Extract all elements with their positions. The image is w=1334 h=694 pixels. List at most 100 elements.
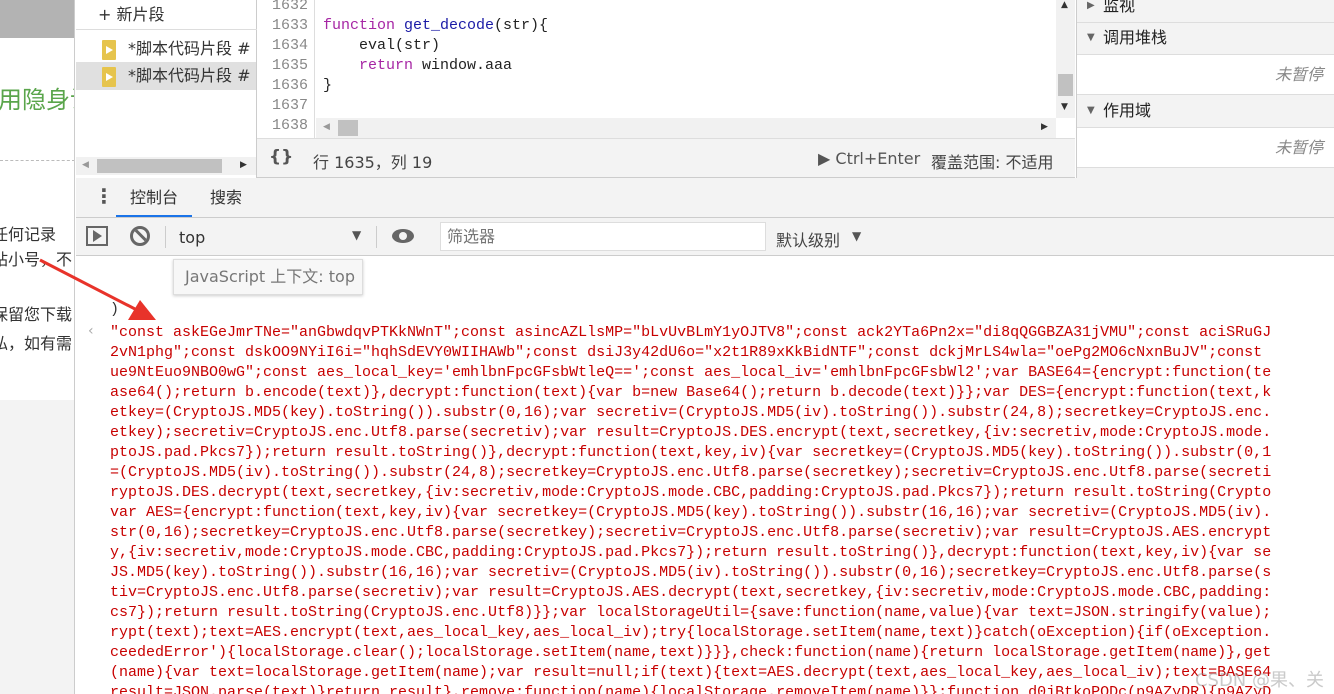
code-line: function get_decode(str){: [323, 17, 549, 34]
snippet-file-icon: [102, 66, 116, 87]
code-editor[interactable]: 1632 1633 1634 1635 1636 1637 1638 function ge…: [257, 0, 1075, 138]
scrollbar-thumb[interactable]: [97, 159, 222, 173]
editor-status-bar: {} 行 1635，列 19 ▶ Ctrl+Enter 覆盖范围: 不适用: [257, 138, 1075, 178]
run-snippet-button[interactable]: ▶ Ctrl+Enter: [818, 149, 920, 168]
console-output-line: var AES={encrypt:function(text,key,iv){v…: [110, 504, 1272, 521]
console-output-line: "const askEGeJmrTNe="anGbwdqvPTKkNWnT";c…: [110, 324, 1272, 341]
editor-vertical-scrollbar[interactable]: ▲ ▼: [1056, 0, 1075, 118]
coverage-status: 覆盖范围: 不适用: [931, 153, 1054, 172]
page-text: 站小号，不: [0, 250, 73, 269]
call-stack-body: 未暂停: [1077, 55, 1334, 95]
scroll-left-icon[interactable]: ◀: [82, 160, 89, 170]
divider: [165, 226, 166, 248]
line-number: 1632: [271, 0, 308, 14]
console-output-line: y,{iv:secretiv,mode:CryptoJS.mode.CBC,pa…: [110, 544, 1272, 561]
line-number: 1636: [271, 77, 308, 94]
collapse-icon: ▼: [1087, 105, 1095, 116]
code-line: eval(str): [323, 37, 441, 54]
scrollbar-thumb[interactable]: [1058, 74, 1073, 96]
scroll-right-icon[interactable]: ▶: [240, 160, 247, 170]
section-title: 作用域: [1103, 101, 1152, 120]
console-output-line: rypt(text);text=AES.encrypt(text,aes_loc…: [110, 624, 1272, 641]
live-expression-eye-icon[interactable]: [392, 229, 414, 243]
tab-search[interactable]: 搜索: [210, 178, 242, 217]
console-output-line: (name){var text=localStorage.getItem(nam…: [110, 664, 1272, 681]
log-level-value: 默认级别: [776, 231, 841, 250]
console-output-line: result=JSON.parse(text)}return result},r…: [110, 684, 1272, 694]
scroll-up-icon[interactable]: ▲: [1061, 0, 1068, 10]
snippet-label: *脚本代码片段 #: [128, 39, 251, 58]
expand-icon: ▶: [1087, 0, 1095, 11]
console-filter-input[interactable]: [440, 222, 766, 251]
line-number: 1634: [271, 37, 308, 54]
snippet-item[interactable]: *脚本代码片段 #: [76, 35, 256, 63]
new-snippet-button[interactable]: + 新片段: [98, 1, 165, 25]
cursor-position: 行 1635，列 19: [313, 153, 433, 172]
page-text: 保留您下载: [0, 305, 73, 324]
dropdown-arrow-icon: ▼: [352, 228, 362, 242]
console-output-line: =(CryptoJS.MD5(iv).toString()).substr(24…: [110, 464, 1272, 481]
more-tabs-icon[interactable]: ⋮: [94, 184, 114, 208]
line-number: 1633: [271, 17, 308, 34]
page-text: 私，如有需: [0, 334, 73, 353]
console-toolbar: top ▼ 默认级别 ▼: [76, 218, 1334, 256]
tab-console[interactable]: 控制台: [116, 178, 193, 217]
result-arrow-icon: ‹: [88, 323, 94, 339]
snippet-file-icon: [102, 39, 116, 60]
snippets-horizontal-scrollbar[interactable]: ◀ ▶: [76, 157, 256, 175]
snippets-panel: + 新片段 *脚本代码片段 # *脚本代码片段 # ◀ ▶: [76, 0, 257, 178]
section-scope[interactable]: ▼ 作用域: [1077, 96, 1334, 128]
scrollbar-thumb[interactable]: [338, 120, 358, 136]
console-output[interactable]: ) ‹ "const askEGeJmrTNe="anGbwdqvPTKkNWn…: [76, 256, 1334, 694]
console-output-line: ceededError'){localStorage.clear();local…: [110, 644, 1272, 661]
divider: [0, 160, 74, 161]
line-number: 1638: [271, 117, 308, 134]
console-output-line: ase64();return b.encode(text)},decrypt:f…: [110, 384, 1272, 401]
snippet-item-selected[interactable]: *脚本代码片段 #: [76, 62, 256, 90]
section-watch[interactable]: ▶ 监视: [1077, 0, 1334, 23]
console-output-line: ptoJS.pad.Pkcs7});return result.toString…: [110, 444, 1272, 461]
clear-console-icon[interactable]: [130, 226, 150, 246]
console-output-line: ryptoJS.DES.decrypt(text,secretkey,{iv:s…: [110, 484, 1272, 501]
web-page-behind: 用隐身访 任何记录 站小号，不 保留您下载 私，如有需: [0, 0, 75, 694]
debugger-sidebar: ▶ 监视 ▼ 调用堆栈 未暂停 ▼ 作用域 未暂停: [1076, 0, 1334, 178]
divider: [76, 29, 257, 30]
context-select[interactable]: top ▼: [176, 218, 366, 256]
page-text: 任何记录: [0, 225, 57, 244]
console-output-line: etkey);secretiv=CryptoJS.enc.Utf8.parse(…: [110, 424, 1272, 441]
console-output-line: str(0,16);secretkey=CryptoJS.enc.Utf8.pa…: [110, 524, 1272, 541]
section-title: 调用堆栈: [1103, 28, 1168, 47]
line-number: 1637: [271, 97, 308, 114]
play-icon: ▶: [818, 149, 836, 168]
watermark: CSDN @果、关: [1194, 670, 1324, 691]
console-prev-line: ): [110, 301, 120, 318]
page-heading: 用隐身访: [0, 86, 74, 114]
dropdown-arrow-icon: ▼: [852, 229, 862, 243]
line-number-gutter: 1632 1633 1634 1635 1636 1637 1638: [257, 0, 315, 138]
scroll-down-icon[interactable]: ▼: [1061, 102, 1068, 112]
pretty-print-button[interactable]: {}: [269, 147, 293, 167]
page-background: [0, 400, 74, 694]
console-output-line: 2vN1phg";const dskOO9NYiI6i="hqhSdEVY0WI…: [110, 344, 1263, 361]
drawer-tabbar: ⋮ 控制台 搜索: [76, 178, 1334, 218]
snippet-label: *脚本代码片段 #: [128, 66, 251, 85]
scroll-right-icon[interactable]: ▶: [1041, 122, 1048, 132]
section-call-stack[interactable]: ▼ 调用堆栈: [1077, 23, 1334, 55]
console-output-line: tiv=CryptoJS.enc.Utf8.parse(secretiv);va…: [110, 584, 1272, 601]
code-line: }: [323, 77, 333, 94]
section-title: 监视: [1103, 0, 1136, 15]
editor-horizontal-scrollbar[interactable]: ◀ ▶: [316, 118, 1056, 138]
console-output-line: etkey=(CryptoJS.MD5(key).toString()).sub…: [110, 404, 1272, 421]
divider: [376, 226, 377, 248]
context-value: top: [179, 228, 206, 247]
console-output-line: cs7});return result.toString(CryptoJS.en…: [110, 604, 1272, 621]
context-tooltip: JavaScript 上下文: top: [173, 259, 363, 295]
line-number: 1635: [271, 57, 308, 74]
console-output-line: ue9NtEuo9NBO0wG";const aes_local_key='em…: [110, 364, 1272, 381]
collapse-icon: ▼: [1087, 32, 1095, 43]
scope-body: 未暂停: [1077, 128, 1334, 168]
show-sidebar-icon[interactable]: [86, 226, 108, 246]
scroll-left-icon[interactable]: ◀: [323, 122, 330, 132]
console-output-line: JS.MD5(key).toString()).substr(16,16);va…: [110, 564, 1272, 581]
page-header-bar: [0, 0, 74, 38]
